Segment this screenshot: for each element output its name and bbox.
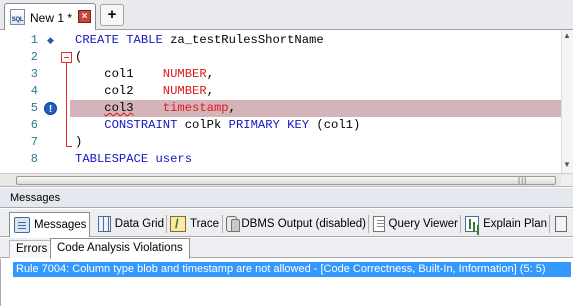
tab-label: Messages bbox=[34, 219, 87, 231]
sql-file-icon: SQL bbox=[10, 9, 25, 25]
tab-separator bbox=[549, 215, 550, 233]
tab-trace[interactable]: Trace bbox=[166, 212, 223, 236]
scroll-grip-icon: ||| bbox=[518, 176, 528, 185]
tab-dbms-output[interactable]: DBMS Output (disabled) bbox=[222, 212, 369, 236]
datatype-token: NUMBER bbox=[162, 67, 207, 81]
code-text: CREATE TABLE za_testRulesShortName bbox=[75, 32, 324, 49]
line-number: 1 bbox=[30, 33, 38, 47]
explain-plan-icon bbox=[465, 216, 480, 232]
tab-explain-plan[interactable]: Explain Plan bbox=[461, 212, 550, 236]
line-number: 4 bbox=[30, 84, 38, 98]
tab-query-viewer[interactable]: Query Viewer bbox=[369, 212, 461, 236]
paren-token: ) bbox=[75, 135, 83, 149]
data-grid-icon bbox=[98, 216, 111, 232]
line-number: 5 bbox=[30, 101, 38, 115]
fold-range-line bbox=[66, 63, 67, 146]
trace-icon bbox=[170, 216, 186, 232]
code-line-2[interactable]: 2 ( bbox=[0, 49, 561, 66]
analysis-sub-tab-bar: Errors Code Analysis Violations bbox=[0, 238, 573, 259]
tab-data-grid[interactable]: Data Grid bbox=[94, 212, 167, 236]
column-name-token: col2 bbox=[104, 84, 134, 98]
scroll-right-button[interactable] bbox=[561, 175, 572, 186]
code-lines: 1 ◆ CREATE TABLE za_testRulesShortName 2… bbox=[0, 30, 561, 173]
code-text: col3 timestamp, bbox=[75, 100, 236, 117]
tab-code-analysis-violations[interactable]: Code Analysis Violations bbox=[50, 238, 190, 259]
tab-label: DBMS Output (disabled) bbox=[241, 218, 366, 230]
column-name-token: col1 bbox=[104, 67, 134, 81]
args-token: (col1) bbox=[316, 118, 361, 132]
line-number: 2 bbox=[30, 50, 38, 64]
tab-label: Explain Plan bbox=[483, 218, 547, 230]
code-line-4[interactable]: 4 col2 NUMBER, bbox=[0, 83, 561, 100]
messages-panel-header: Messages bbox=[0, 188, 573, 208]
code-text: col1 NUMBER, bbox=[75, 66, 214, 83]
code-text: ( bbox=[75, 49, 82, 66]
scroll-thumb[interactable] bbox=[16, 176, 556, 185]
tab-overflow[interactable] bbox=[551, 212, 571, 236]
identifier-token: users bbox=[155, 152, 193, 166]
line-number: 8 bbox=[30, 152, 38, 166]
keyword-token: CREATE TABLE bbox=[75, 33, 163, 47]
keyword-token: CONSTRAINT bbox=[104, 118, 178, 132]
tab-errors[interactable]: Errors bbox=[9, 240, 55, 258]
code-line-8[interactable]: 8 TABLESPACE users bbox=[0, 151, 561, 168]
scroll-up-icon[interactable]: ▲ bbox=[563, 31, 571, 40]
code-line-1[interactable]: 1 ◆ CREATE TABLE za_testRulesShortName bbox=[0, 32, 561, 49]
code-text: col2 NUMBER, bbox=[75, 83, 214, 100]
tab-messages[interactable]: Messages bbox=[9, 212, 90, 237]
paren-token: ( bbox=[75, 50, 83, 64]
line-number: 7 bbox=[30, 135, 38, 149]
tab-label: Trace bbox=[190, 218, 219, 230]
modified-line-marker-icon: ◆ bbox=[47, 35, 54, 45]
code-line-6[interactable]: 6 CONSTRAINT colPk PRIMARY KEY (col1) bbox=[0, 117, 561, 134]
violation-row[interactable]: Rule 7004: Column type blob and timestam… bbox=[13, 262, 571, 277]
code-line-3[interactable]: 3 col1 NUMBER, bbox=[0, 66, 561, 83]
sql-editor[interactable]: 1 ◆ CREATE TABLE za_testRulesShortName 2… bbox=[0, 30, 573, 173]
fold-collapse-icon[interactable] bbox=[61, 52, 72, 63]
keyword-token: PRIMARY KEY bbox=[228, 118, 310, 132]
datatype-token: NUMBER bbox=[162, 84, 207, 98]
punctuation-token: , bbox=[228, 101, 236, 115]
more-tabs-icon bbox=[555, 216, 567, 232]
fold-end-marker bbox=[66, 146, 72, 147]
document-tab-new1[interactable]: SQL New 1 * × bbox=[4, 3, 96, 30]
close-tab-icon[interactable]: × bbox=[78, 10, 91, 23]
dbms-output-icon bbox=[226, 216, 241, 232]
code-text: TABLESPACE users bbox=[75, 151, 192, 168]
line-number: 6 bbox=[30, 118, 38, 132]
query-viewer-icon bbox=[373, 216, 385, 232]
editor-vertical-scrollbar[interactable]: ▲ ▼ bbox=[561, 30, 573, 173]
messages-icon bbox=[14, 217, 30, 233]
datatype-token: timestamp bbox=[162, 101, 229, 115]
code-text: CONSTRAINT colPk PRIMARY KEY (col1) bbox=[75, 117, 360, 134]
tab-label: Data Grid bbox=[114, 218, 164, 230]
keyword-token: TABLESPACE bbox=[75, 152, 149, 166]
punctuation-token: , bbox=[206, 84, 215, 98]
identifier-token: colPk bbox=[184, 118, 222, 132]
editor-horizontal-scrollbar[interactable]: ||| bbox=[0, 173, 573, 187]
violations-list: Rule 7004: Column type blob and timestam… bbox=[0, 259, 573, 306]
column-name-token: col3 bbox=[104, 101, 134, 115]
messages-panel-title: Messages bbox=[10, 192, 61, 204]
add-tab-button[interactable]: + bbox=[100, 4, 124, 26]
scroll-down-icon[interactable]: ▼ bbox=[563, 160, 571, 169]
line-number: 3 bbox=[30, 67, 38, 81]
document-tab-bar: SQL New 1 * × + bbox=[0, 0, 573, 30]
tab-label: Query Viewer bbox=[388, 218, 458, 230]
code-text: ) bbox=[75, 134, 82, 151]
document-tab-label: New 1 * bbox=[30, 11, 73, 25]
identifier-token: za_testRulesShortName bbox=[170, 33, 324, 47]
punctuation-token: , bbox=[206, 67, 215, 81]
code-line-5[interactable]: 5 ! col3 timestamp, bbox=[0, 100, 561, 117]
violation-info-icon[interactable]: ! bbox=[44, 102, 57, 115]
code-line-7[interactable]: 7 ) bbox=[0, 134, 561, 151]
result-tab-bar: Messages Data Grid Trace DBMS Output (di… bbox=[0, 209, 573, 237]
